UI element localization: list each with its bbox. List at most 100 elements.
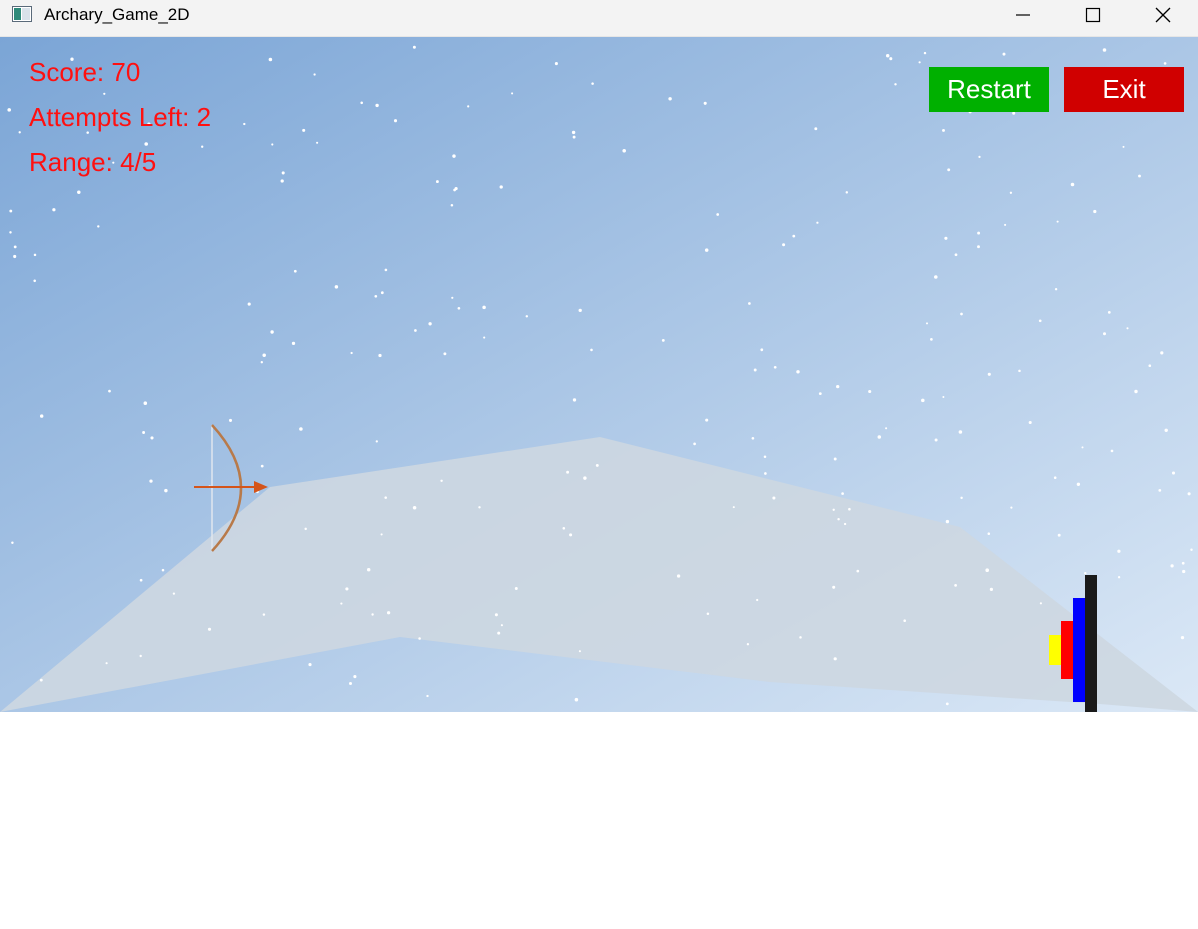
snowflake (270, 330, 274, 334)
snowflake (40, 414, 44, 418)
snowflake (435, 180, 439, 184)
snowflake (313, 73, 316, 76)
maximize-button[interactable] (1058, 0, 1128, 30)
snowflake (375, 440, 378, 443)
snowflake (918, 61, 921, 64)
snowflake (105, 662, 108, 665)
snowflake (393, 119, 398, 123)
snowflake (426, 694, 429, 698)
snowflake (987, 532, 991, 535)
snowflake (207, 627, 212, 631)
snowflake (843, 522, 847, 526)
snowflake (1054, 288, 1058, 291)
snowflake (440, 479, 443, 483)
snowflake (848, 507, 851, 511)
snowflake (33, 279, 36, 283)
snowflake (760, 348, 764, 352)
snowflake (1134, 389, 1138, 394)
snowflake (792, 234, 796, 238)
snowflake (378, 353, 382, 358)
snowflake (139, 654, 142, 658)
snowflake (705, 418, 709, 422)
snowflake (1028, 420, 1032, 425)
snowflake (1182, 569, 1186, 574)
snowflake (1053, 476, 1057, 479)
snowflake (280, 179, 284, 183)
snowflake (139, 578, 143, 582)
snowflake (796, 370, 800, 374)
snowflake (732, 506, 735, 509)
snowflake (1138, 174, 1141, 178)
snowflake (412, 505, 417, 510)
snowflake (281, 171, 285, 175)
snowflake (1002, 52, 1006, 56)
snowflake (453, 188, 456, 192)
snowflake (1107, 311, 1111, 314)
snowflake (380, 533, 383, 536)
snowflake (360, 101, 363, 105)
snowflake (978, 155, 981, 159)
snowflake (1117, 576, 1121, 579)
snowflake (1056, 220, 1059, 223)
snowflake (1010, 506, 1013, 509)
snowflake (960, 496, 963, 500)
snowflake (925, 322, 929, 325)
snowflake (375, 103, 379, 108)
snowflake (1102, 48, 1107, 52)
snowflake (414, 329, 417, 332)
window-title: Archary_Game_2D (44, 5, 190, 24)
close-icon (1155, 7, 1171, 23)
snowflake (837, 517, 840, 521)
close-button[interactable] (1128, 0, 1198, 30)
snowflake (7, 108, 11, 112)
snowflake (868, 389, 872, 394)
title-bar[interactable]: Archary_Game_2D (0, 0, 1198, 37)
snowflake (782, 243, 786, 247)
snowflake (271, 143, 274, 146)
snowflake (668, 97, 672, 101)
snowflake (228, 418, 233, 422)
snowflake (1004, 223, 1007, 226)
snowflake (478, 506, 481, 509)
snowflake (1057, 533, 1061, 537)
snowflake (569, 533, 573, 537)
snowflake (1038, 319, 1042, 323)
snowflake (243, 122, 246, 126)
minimize-icon (1016, 14, 1030, 16)
snowflake (676, 574, 681, 578)
snowflake (1110, 449, 1114, 453)
snowflake (428, 322, 432, 326)
snowflake (661, 338, 665, 342)
snowflake (889, 57, 893, 61)
snowflake (1012, 111, 1016, 115)
game-canvas[interactable]: Score: 70 Attempts Left: 2 Range: 4/5 Re… (0, 37, 1198, 712)
snowflake (942, 128, 945, 132)
snowflake (374, 294, 378, 298)
snowflake (954, 584, 957, 587)
snowflake (833, 657, 837, 661)
snowflake (1126, 327, 1129, 330)
snowflake (308, 663, 312, 667)
snowflake (799, 636, 802, 639)
snowflake (930, 338, 933, 341)
snowflake (572, 135, 576, 139)
minimize-button[interactable] (988, 0, 1058, 30)
snowflake (9, 209, 13, 213)
snowflake (763, 455, 767, 458)
snowflake (366, 567, 371, 572)
restart-button[interactable]: Restart (929, 67, 1049, 112)
snowflake (262, 613, 266, 616)
snowflake (499, 185, 503, 189)
snowflake (350, 351, 353, 355)
exit-button[interactable]: Exit (1064, 67, 1184, 112)
snowflake (497, 631, 501, 635)
snowflake (885, 427, 888, 430)
snowflake (934, 438, 938, 442)
snowflake (149, 479, 153, 483)
snowflake (591, 82, 594, 85)
snowflake (467, 105, 470, 108)
attempts-left-label: Attempts Left: 2 (29, 102, 212, 132)
snowflake (1170, 564, 1174, 568)
snowflake (583, 476, 587, 480)
snowflake (144, 142, 148, 146)
